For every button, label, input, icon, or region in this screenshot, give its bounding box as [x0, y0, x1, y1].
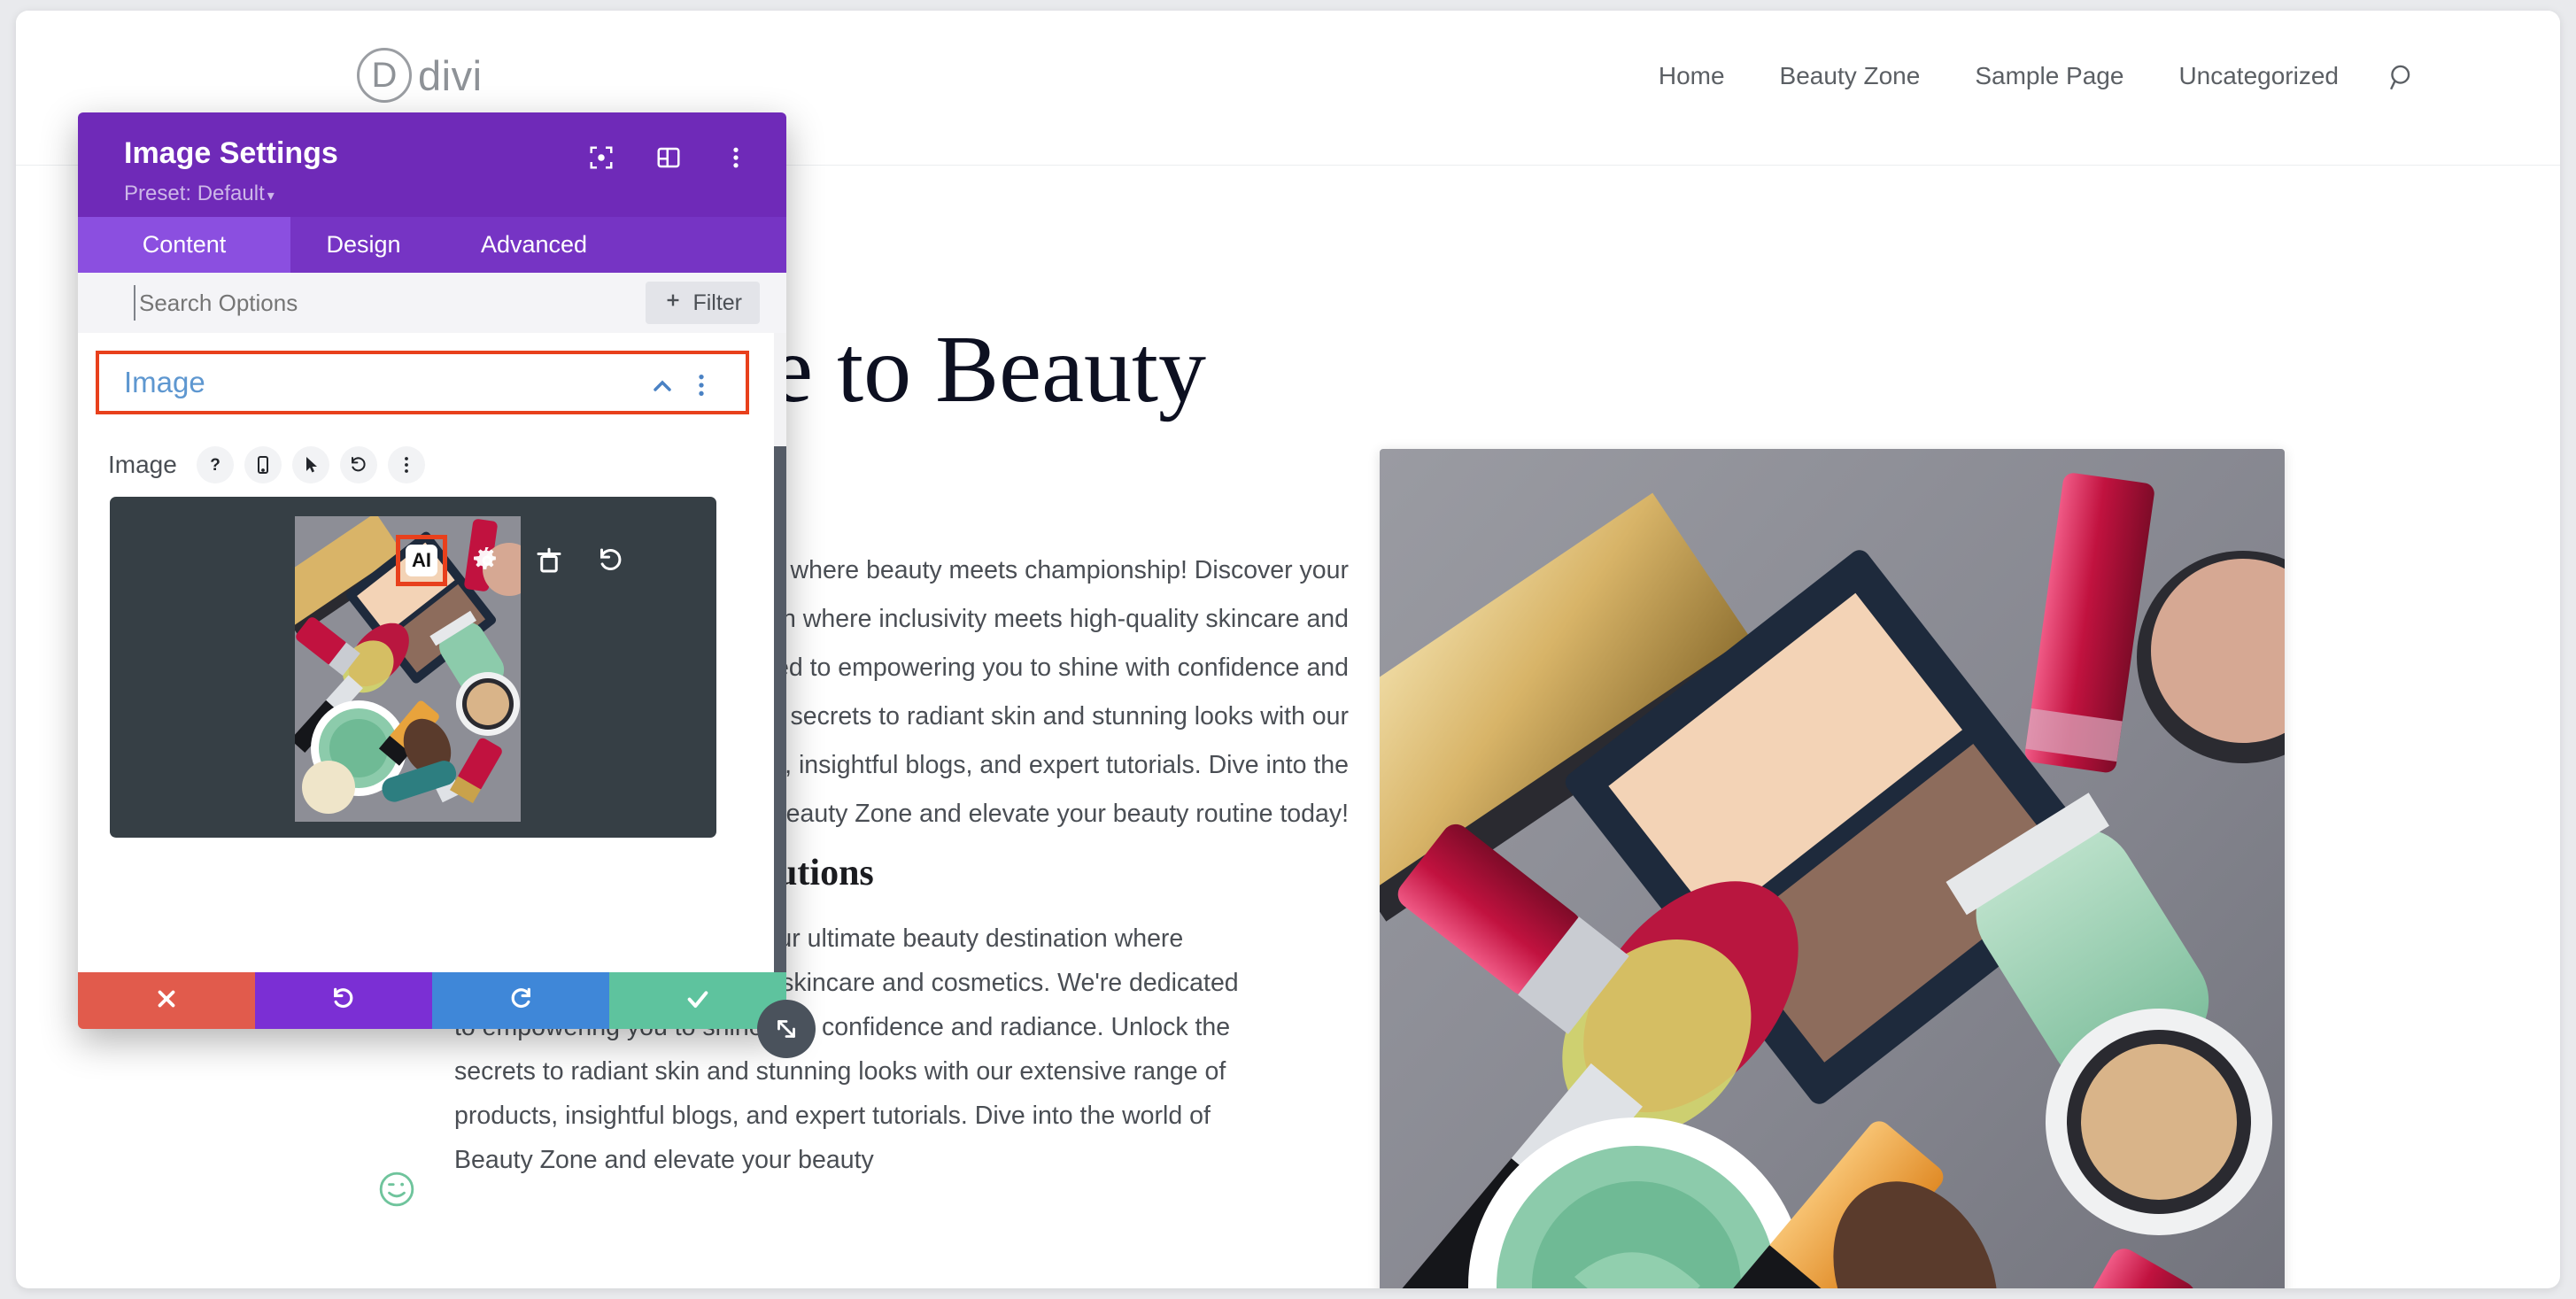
nav-item-uncategorized[interactable]: Uncategorized — [2178, 62, 2339, 90]
hover-cursor-icon[interactable] — [291, 446, 329, 483]
preset-selector[interactable]: Preset: Default ▾ — [124, 182, 275, 206]
search-options-input[interactable] — [134, 285, 576, 321]
upload-action-icons: AI — [396, 535, 627, 586]
search-options-bar: Filter — [78, 273, 786, 333]
tab-advanced[interactable]: Advanced — [437, 217, 631, 273]
filter-button[interactable]: Filter — [646, 282, 760, 324]
smiley-wink-icon — [376, 1169, 417, 1210]
hero-cosmetics-image — [1380, 449, 2285, 1288]
checkmark-icon — [684, 985, 712, 1017]
image-upload-area[interactable]: AI — [110, 497, 716, 838]
layout-panel-icon[interactable] — [655, 144, 682, 171]
redo-arrow-icon — [507, 985, 535, 1017]
modal-footer — [78, 972, 786, 1029]
image-field-label: Image — [108, 451, 177, 478]
resize-diagonal-icon[interactable] — [757, 1000, 816, 1058]
main-navigation: Home Beauty Zone Sample Page Uncategoriz… — [1659, 62, 2339, 90]
modal-header-icons — [588, 144, 749, 171]
image-field-row: Image ? — [108, 446, 425, 483]
settings-gear-icon[interactable] — [471, 545, 503, 576]
modal-header: Image Settings Preset: Default ▾ — [78, 112, 786, 217]
ai-generate-icon[interactable]: AI — [396, 535, 447, 586]
divi-logo-word: divi — [418, 51, 483, 99]
divi-logo-mark: D — [357, 48, 412, 103]
ai-badge-label: AI — [406, 545, 437, 576]
tab-design[interactable]: Design — [290, 217, 437, 273]
undo-button[interactable] — [255, 972, 432, 1029]
chevron-down-icon: ▾ — [267, 189, 275, 204]
plus-icon — [663, 290, 683, 316]
nav-item-beauty-zone[interactable]: Beauty Zone — [1780, 62, 1921, 90]
nav-item-sample-page[interactable]: Sample Page — [1975, 62, 2123, 90]
more-options-icon[interactable] — [723, 144, 749, 171]
image-settings-modal: Image Settings Preset: Default ▾ Content… — [78, 112, 816, 1058]
image-section-toggle[interactable]: Image — [96, 351, 749, 414]
chevron-up-icon[interactable] — [648, 372, 677, 405]
responsive-mobile-icon[interactable] — [244, 446, 282, 483]
image-section-label: Image — [124, 366, 205, 398]
delete-trash-icon[interactable] — [533, 545, 565, 576]
filter-button-label: Filter — [692, 290, 742, 315]
help-icon[interactable]: ? — [196, 446, 234, 483]
modal-tabs: Content Design Advanced — [78, 217, 786, 273]
undo-reset-icon[interactable] — [595, 545, 627, 576]
undo-arrow-icon — [329, 985, 358, 1017]
modal-scroll-area: Image Image ? AI — [78, 333, 786, 972]
tab-content[interactable]: Content — [78, 217, 290, 273]
image-section-options-icon[interactable] — [687, 371, 716, 404]
modal-scrollbar-track[interactable] — [774, 333, 786, 972]
redo-button[interactable] — [432, 972, 609, 1029]
svg-text:?: ? — [210, 456, 220, 475]
modal-title: Image Settings — [124, 136, 338, 170]
divi-logo[interactable]: D divi — [357, 48, 483, 103]
focus-target-icon[interactable] — [588, 144, 615, 171]
preset-label: Preset: Default — [124, 182, 265, 205]
search-icon[interactable] — [2386, 62, 2418, 94]
more-options-icon[interactable] — [387, 446, 425, 483]
reset-icon[interactable] — [339, 446, 377, 483]
browser-viewport: D divi Home Beauty Zone Sample Page Unca… — [16, 11, 2560, 1288]
close-x-icon — [153, 986, 180, 1017]
modal-scrollbar-thumb[interactable] — [774, 446, 786, 972]
cancel-button[interactable] — [78, 972, 255, 1029]
nav-item-home[interactable]: Home — [1659, 62, 1725, 90]
